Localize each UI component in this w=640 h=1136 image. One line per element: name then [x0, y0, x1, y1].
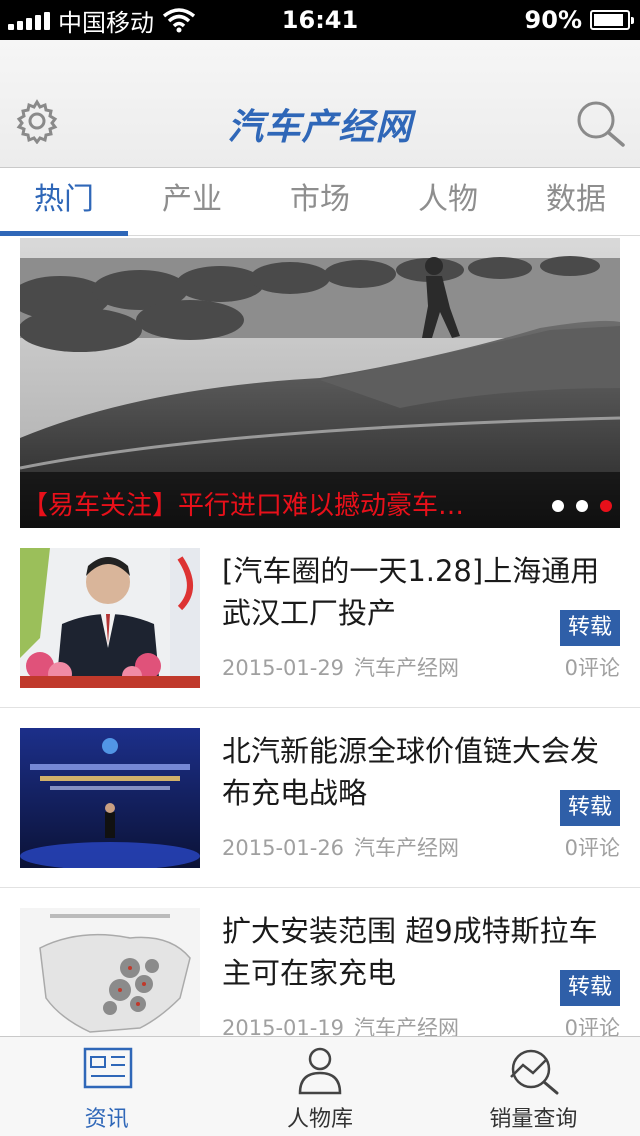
app-header: 汽车产经网: [0, 40, 640, 168]
hero-caption[interactable]: 【易车关注】平行进口难以撼动豪车…: [22, 485, 464, 522]
tab-people-library[interactable]: 人物库: [213, 1037, 426, 1136]
battery-icon: [590, 10, 634, 30]
bottom-tab-bar: 资讯 人物库 销量查询: [0, 1036, 640, 1136]
article-thumbnail: [20, 908, 200, 1036]
battery-percent: 90%: [524, 6, 582, 34]
hero-carousel[interactable]: 【易车关注】平行进口难以撼动豪车…: [20, 238, 620, 528]
tab-hot[interactable]: 热门: [0, 168, 128, 236]
brand-logo: 汽车产经网: [227, 107, 413, 148]
article-title[interactable]: 扩大安装范围 超9成特斯拉车主可在家充电: [222, 910, 612, 994]
article-title[interactable]: [汽车圈的一天1.28]上海通用武汉工厂投产: [222, 550, 612, 634]
comment-count[interactable]: 0评论: [565, 1012, 620, 1036]
article-date: 2015-01-29: [222, 656, 345, 680]
article-meta: 2015-01-19 汽车产经网: [222, 1012, 459, 1036]
battery-fill: [594, 14, 623, 26]
comment-count[interactable]: 0评论: [565, 832, 620, 862]
tab-sales-query-label: 销量查询: [489, 1107, 578, 1132]
article-date: 2015-01-19: [222, 1016, 345, 1036]
tab-people[interactable]: 人物: [384, 168, 512, 235]
person-icon: [298, 1047, 342, 1095]
repost-tag: 转载: [560, 790, 620, 826]
tab-market[interactable]: 市场: [256, 168, 384, 235]
tab-data[interactable]: 数据: [512, 168, 640, 235]
search-icon[interactable]: [574, 98, 626, 150]
article-thumbnail: [20, 728, 200, 868]
news-icon: [83, 1047, 132, 1089]
article-date: 2015-01-26: [222, 836, 345, 860]
carousel-dots: [552, 500, 612, 512]
tab-sales-query[interactable]: 销量查询: [427, 1037, 640, 1136]
carousel-dot-active[interactable]: [600, 500, 612, 512]
article-meta: 2015-01-29 汽车产经网: [222, 652, 459, 682]
category-tabs: 热门 产业 市场 人物 数据: [0, 168, 640, 236]
article-list: [汽车圈的一天1.28]上海通用武汉工厂投产 转载 2015-01-29 汽车产经…: [0, 528, 640, 1036]
article-source: 汽车产经网: [354, 836, 460, 860]
article-source: 汽车产经网: [354, 656, 460, 680]
tab-news[interactable]: 资讯: [0, 1037, 213, 1136]
sales-chart-icon: [510, 1049, 559, 1095]
repost-tag: 转载: [560, 970, 620, 1006]
tab-news-label: 资讯: [84, 1107, 129, 1132]
repost-tag: 转载: [560, 610, 620, 646]
comment-count[interactable]: 0评论: [565, 652, 620, 682]
carousel-dot[interactable]: [576, 500, 588, 512]
article-thumbnail: [20, 548, 200, 688]
article-title[interactable]: 北汽新能源全球价值链大会发布充电战略: [222, 730, 612, 814]
list-item[interactable]: 扩大安装范围 超9成特斯拉车主可在家充电 转载 2015-01-19 汽车产经网 …: [0, 888, 640, 1036]
list-item[interactable]: 北汽新能源全球价值链大会发布充电战略 转载 2015-01-26 汽车产经网 0评…: [0, 708, 640, 888]
status-bar: 中国移动 16:41 90%: [0, 0, 640, 40]
article-source: 汽车产经网: [354, 1016, 460, 1036]
status-right: 90%: [524, 0, 634, 40]
tab-people-library-label: 人物库: [286, 1107, 353, 1132]
article-meta: 2015-01-26 汽车产经网: [222, 832, 459, 862]
tab-industry[interactable]: 产业: [128, 168, 256, 235]
carousel-dot[interactable]: [552, 500, 564, 512]
list-item[interactable]: [汽车圈的一天1.28]上海通用武汉工厂投产 转载 2015-01-29 汽车产经…: [0, 528, 640, 708]
